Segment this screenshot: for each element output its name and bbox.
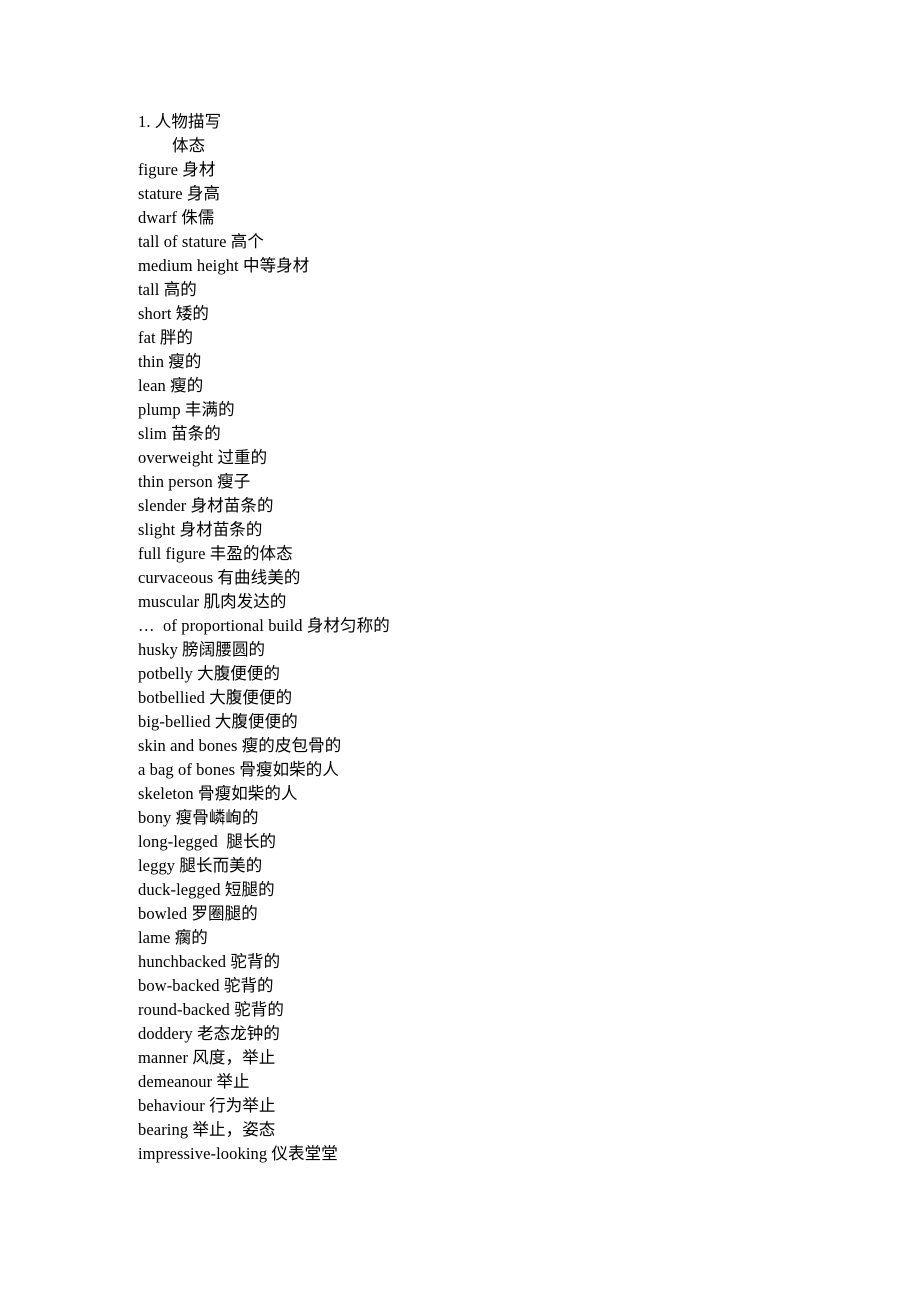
vocabulary-entry: a bag of bones 骨瘦如柴的人	[138, 760, 339, 779]
vocabulary-entry: lean 瘦的	[138, 376, 204, 395]
vocabulary-entry: lame 瘸的	[138, 928, 208, 947]
section-heading: 1. 人物描写	[138, 112, 222, 131]
vocabulary-entry: leggy 腿长而美的	[138, 856, 263, 875]
vocabulary-entry-list: figure 身材 stature 身高 dwarf 侏儒 tall of statu…	[138, 158, 838, 1166]
vocabulary-entry: skeleton 骨瘦如柴的人	[138, 784, 298, 803]
document-page: 1. 人物描写 体态 figure 身材 stature 身高 dwarf 侏儒 ta…	[0, 0, 920, 1302]
vocabulary-entry: manner 风度，举止	[138, 1048, 276, 1067]
vocabulary-entry: botbellied 大腹便便的	[138, 688, 293, 707]
vocabulary-entry: demeanour 举止	[138, 1072, 250, 1091]
vocabulary-entry: full figure 丰盈的体态	[138, 544, 293, 563]
vocabulary-entry: figure 身材	[138, 160, 216, 179]
vocabulary-entry: behaviour 行为举止	[138, 1096, 276, 1115]
vocabulary-entry: muscular 肌肉发达的	[138, 592, 287, 611]
vocabulary-entry: doddery 老态龙钟的	[138, 1024, 280, 1043]
vocabulary-entry: tall of stature 高个	[138, 232, 264, 251]
vocabulary-entry: stature 身高	[138, 184, 221, 203]
vocabulary-entry: long-legged 腿长的	[138, 832, 277, 851]
vocabulary-entry: hunchbacked 驼背的	[138, 952, 281, 971]
vocabulary-entry: husky 膀阔腰圆的	[138, 640, 266, 659]
vocabulary-entry: plump 丰满的	[138, 400, 235, 419]
vocabulary-entry: overweight 过重的	[138, 448, 268, 467]
vocabulary-entry: thin person 瘦子	[138, 472, 251, 491]
vocabulary-entry: skin and bones 瘦的皮包骨的	[138, 736, 342, 755]
vocabulary-entry: thin 瘦的	[138, 352, 202, 371]
vocabulary-entry: duck-legged 短腿的	[138, 880, 275, 899]
vocabulary-entry: fat 胖的	[138, 328, 194, 347]
vocabulary-entry: slight 身材苗条的	[138, 520, 263, 539]
vocabulary-entry: big-bellied 大腹便便的	[138, 712, 298, 731]
vocabulary-entry: bony 瘦骨嶙峋的	[138, 808, 259, 827]
vocabulary-entry: bowled 罗圈腿的	[138, 904, 258, 923]
vocabulary-entry: slender 身材苗条的	[138, 496, 274, 515]
vocabulary-entry: short 矮的	[138, 304, 209, 323]
vocabulary-entry: round-backed 驼背的	[138, 1000, 284, 1019]
vocabulary-entry: curvaceous 有曲线美的	[138, 568, 301, 587]
vocabulary-entry: slim 苗条的	[138, 424, 221, 443]
vocabulary-entry: … of proportional build 身材匀称的	[138, 616, 390, 635]
vocabulary-entry: bearing 举止，姿态	[138, 1120, 276, 1139]
document-text-body: 1. 人物描写 体态 figure 身材 stature 身高 dwarf 侏儒 ta…	[138, 110, 838, 1166]
vocabulary-entry: medium height 中等身材	[138, 256, 310, 275]
vocabulary-entry: impressive-looking 仪表堂堂	[138, 1144, 338, 1163]
subsection-heading: 体态	[172, 136, 206, 155]
vocabulary-entry: tall 高的	[138, 280, 197, 299]
vocabulary-entry: dwarf 侏儒	[138, 208, 215, 227]
vocabulary-entry: bow-backed 驼背的	[138, 976, 274, 995]
vocabulary-entry: potbelly 大腹便便的	[138, 664, 281, 683]
